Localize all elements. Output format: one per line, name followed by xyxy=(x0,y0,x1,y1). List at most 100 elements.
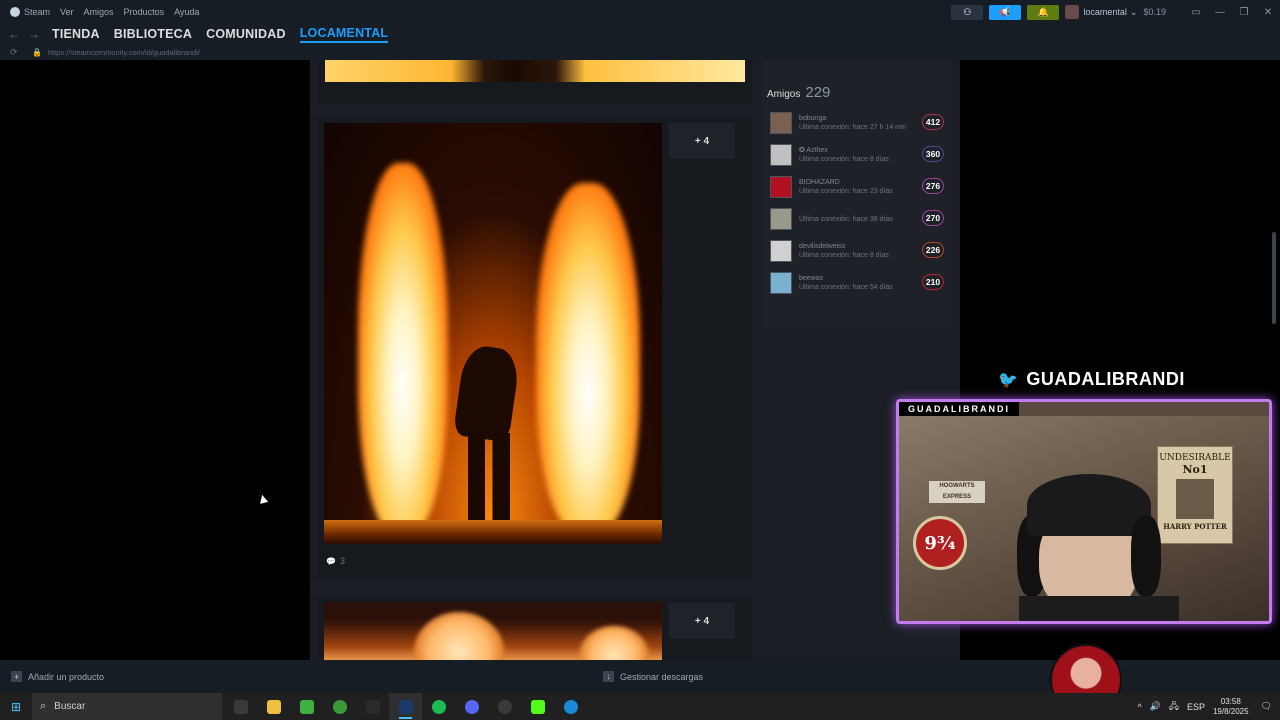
manage-downloads-button[interactable]: ↓ Gestionar descargas xyxy=(603,671,703,682)
webcam-scene: HOGWARTS EXPRESS 9¾ UNDESIRABLE No1 HARR… xyxy=(899,416,1269,621)
edge-icon xyxy=(563,699,578,714)
close-button[interactable]: ✕ xyxy=(1256,7,1280,18)
taskbar-app[interactable] xyxy=(521,693,554,720)
add-product-button[interactable]: + Añadir un producto xyxy=(11,671,104,682)
avatar xyxy=(1065,5,1080,19)
notification-center-icon[interactable]: 🗨 xyxy=(1261,701,1272,712)
taskbar-app[interactable] xyxy=(323,693,356,720)
friend-name[interactable]: bobunga xyxy=(799,114,917,123)
nav-tienda[interactable]: TIENDA xyxy=(52,27,100,41)
menu-amigos[interactable]: Amigos xyxy=(84,7,114,17)
nav-comunidad[interactable]: COMUNIDAD xyxy=(206,27,286,41)
forward-arrow-icon[interactable]: → xyxy=(24,27,44,41)
comment-count[interactable]: 💬 3 xyxy=(326,556,345,566)
monitor-icon[interactable]: ▭ xyxy=(1184,7,1208,18)
notifications-button[interactable]: 🔔 xyxy=(1027,4,1060,20)
plus-icon: + xyxy=(11,671,22,682)
taskbar-app[interactable] xyxy=(224,693,257,720)
screenshot-image[interactable] xyxy=(325,60,745,82)
friend-avatar[interactable] xyxy=(770,176,792,198)
streamer-shirt xyxy=(1019,596,1179,621)
friend-row[interactable]: BIOHAZARD Última conexión: hace 23 días 27… xyxy=(770,174,946,200)
url-bar: ⟳ 🔒 https://steamcommunity.com/id/guadal… xyxy=(0,44,1280,60)
more-images-button[interactable]: + 4 xyxy=(669,603,735,639)
reload-icon[interactable]: ⟳ xyxy=(10,47,24,58)
flame-left xyxy=(358,163,448,533)
windows-taskbar: ⊞ ⌕ Buscar ^ 🔊 🖧 ESP 03:58 19/8/2025 🗨 xyxy=(0,693,1280,720)
friend-name[interactable]: BIOHAZARD xyxy=(799,178,917,187)
friend-status: Última conexión: hace 23 días xyxy=(799,188,893,195)
twitter-bird-icon: 🐦 xyxy=(998,371,1019,389)
headset-right xyxy=(1131,516,1161,596)
streamer-cap xyxy=(1027,474,1151,536)
back-arrow-icon[interactable]: ← xyxy=(4,27,24,41)
account-menu[interactable]: locamental ⌄ $0.19 xyxy=(1065,5,1166,19)
friend-avatar[interactable] xyxy=(770,240,792,262)
app-green-icon xyxy=(299,699,314,714)
network-icon[interactable]: 🖧 xyxy=(1169,699,1179,715)
screenshot-image[interactable] xyxy=(324,602,662,660)
taskbar-app[interactable] xyxy=(422,693,455,720)
friend-row[interactable]: ✪ Azthex Última conexión: hace 8 días 360 xyxy=(770,142,946,168)
chevron-up-icon[interactable]: ^ xyxy=(1137,702,1141,712)
friend-text: bobunga Última conexión: hace 27 h 14 min xyxy=(799,114,917,132)
taskbar-app[interactable] xyxy=(257,693,290,720)
menu-ver[interactable]: Ver xyxy=(60,7,74,17)
friend-row[interactable]: bobunga Última conexión: hace 27 h 14 min… xyxy=(770,110,946,136)
explosion-cloud xyxy=(414,612,504,660)
scrollbar-thumb[interactable] xyxy=(1272,232,1276,324)
feed-card: + 4 💬 3 xyxy=(318,116,752,580)
comment-count-label: 3 xyxy=(339,556,345,566)
url-text[interactable]: https://steamcommunity.com/id/guadalibra… xyxy=(48,48,200,57)
friend-row[interactable]: beewax Última conexión: hace 54 días 210 xyxy=(770,270,946,296)
platform-sign: 9¾ xyxy=(913,516,967,570)
friend-name[interactable]: ✪ Azthex xyxy=(799,146,917,155)
taskbar-app[interactable] xyxy=(389,693,422,720)
epic-games-icon xyxy=(365,699,380,714)
friend-avatar[interactable] xyxy=(770,208,792,230)
friend-text: beewax Última conexión: hace 54 días xyxy=(799,274,917,292)
hogwarts-sign: HOGWARTS EXPRESS xyxy=(929,481,985,503)
mouse-cursor-icon: ▲ xyxy=(254,488,272,508)
friend-avatar[interactable] xyxy=(770,144,792,166)
steam-navbar: ← → TIENDA BIBLIOTECA COMUNIDAD LOCAMENT… xyxy=(0,24,1280,44)
friend-name[interactable]: devilisdelweiss xyxy=(799,242,917,251)
friend-row[interactable]: Última conexión: hace 38 días 270 xyxy=(770,206,946,232)
hogwarts-sign-text: HOGWARTS EXPRESS xyxy=(939,483,975,500)
account-name: locamental xyxy=(1083,7,1127,17)
poster-line-1: UNDESIRABLE xyxy=(1159,453,1231,463)
webcam-label: GUADALIBRANDI xyxy=(899,402,1019,416)
friend-avatar[interactable] xyxy=(770,112,792,134)
menu-productos[interactable]: Productos xyxy=(124,7,165,17)
minimize-button[interactable]: — xyxy=(1208,7,1232,18)
taskbar-app[interactable] xyxy=(356,693,389,720)
menu-steam[interactable]: Steam xyxy=(24,7,50,17)
big-picture-button[interactable]: ⚇ xyxy=(951,4,984,20)
screenshot-image[interactable] xyxy=(324,123,662,544)
taskbar-app[interactable] xyxy=(290,693,323,720)
taskbar-clock[interactable]: 03:58 19/8/2025 xyxy=(1213,697,1249,717)
friend-level-badge: 270 xyxy=(922,210,944,226)
friends-header[interactable]: Amigos 229 xyxy=(767,84,830,101)
windows-start-icon[interactable]: ⊞ xyxy=(0,693,32,720)
maximize-button[interactable]: ❐ xyxy=(1232,7,1256,18)
nav-biblioteca[interactable]: BIBLIOTECA xyxy=(114,27,192,41)
speaker-icon[interactable]: 🔊 xyxy=(1150,701,1161,712)
menu-ayuda[interactable]: Ayuda xyxy=(174,7,199,17)
clock-time: 03:58 xyxy=(1220,696,1241,706)
announcements-button[interactable]: 📢 xyxy=(989,4,1022,20)
taskbar-app[interactable] xyxy=(488,693,521,720)
friend-row[interactable]: devilisdelweiss Última conexión: hace 8 d… xyxy=(770,238,946,264)
friend-avatar[interactable] xyxy=(770,272,792,294)
nav-locamental[interactable]: LOCAMENTAL xyxy=(299,26,389,43)
profile-column: + 4 💬 3 + 4 Amigos 229 bobunga Última co… xyxy=(310,60,960,660)
friend-status: Última conexión: hace 38 días xyxy=(799,215,893,223)
friend-name[interactable]: beewax xyxy=(799,274,917,283)
more-images-button[interactable]: + 4 xyxy=(669,123,735,159)
chevron-down-icon: ⌄ xyxy=(1129,6,1138,17)
friend-status: Última conexión: hace 8 días xyxy=(799,252,889,259)
language-indicator[interactable]: ESP xyxy=(1187,702,1205,712)
taskbar-app[interactable] xyxy=(554,693,587,720)
taskbar-search[interactable]: ⌕ Buscar xyxy=(32,693,222,720)
taskbar-app[interactable] xyxy=(455,693,488,720)
